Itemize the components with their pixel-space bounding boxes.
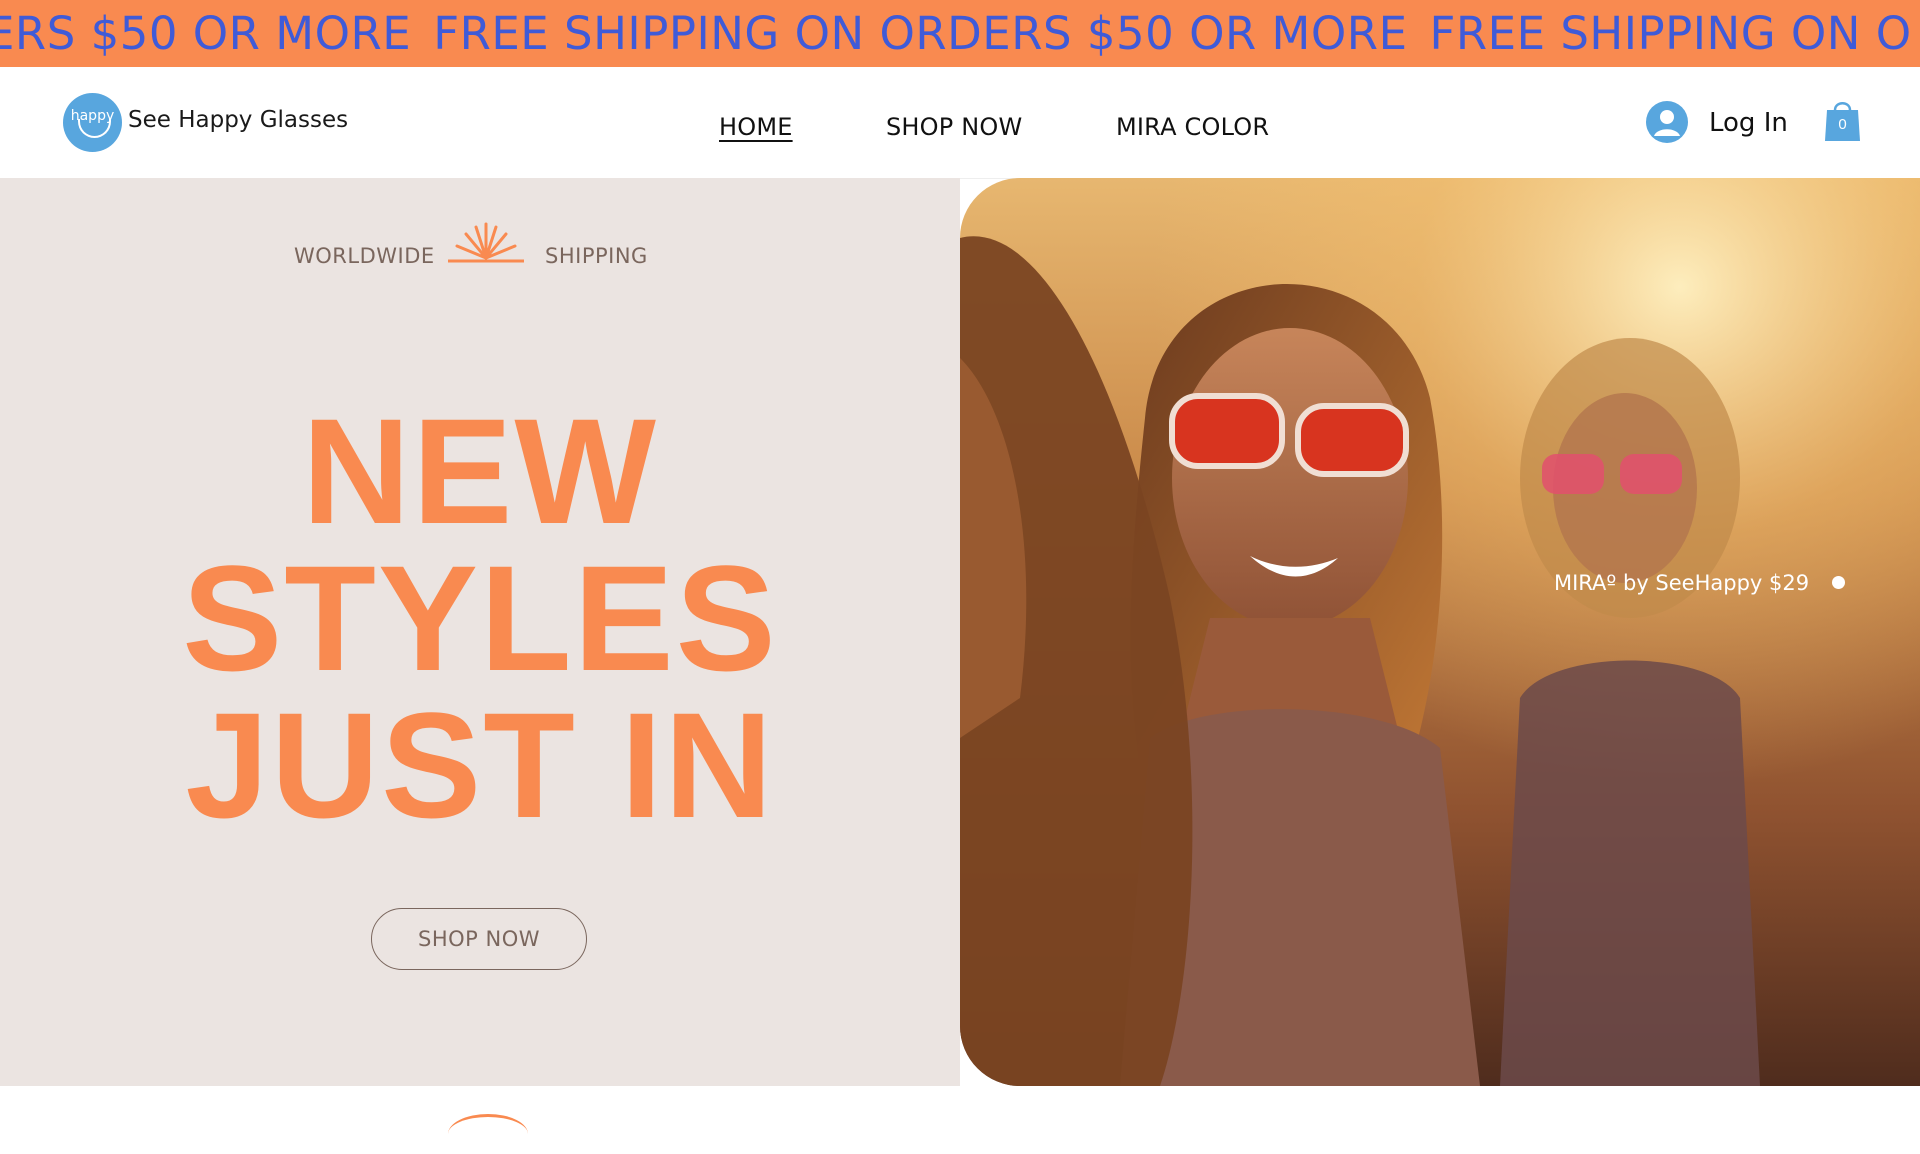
hero-photo: MIRAº by SeeHappy $29 [960, 178, 1920, 1086]
section-arc-decoration [448, 1114, 528, 1154]
headline-line-1: NEW [302, 387, 658, 555]
marquee-text-fragment: ERS $50 OR MORE [0, 7, 412, 60]
nav-mira-color[interactable]: MIRA COLOR [1116, 113, 1269, 141]
marquee-text-fragment-tail: FREE SHIPPING ON O [1429, 7, 1912, 60]
smile-icon [78, 119, 111, 138]
headline-line-3: JUST IN [185, 681, 775, 849]
shop-now-button[interactable]: SHOP NOW [371, 908, 587, 970]
hero-photo-illustration [960, 178, 1920, 1086]
marquee-text: FREE SHIPPING ON ORDERS $50 OR MORE [433, 7, 1408, 60]
brand-name[interactable]: See Happy Glasses [128, 107, 348, 133]
shipping-label-right: SHIPPING [545, 244, 648, 268]
brand-logo[interactable]: happy [63, 93, 122, 152]
cart-count: 0 [1838, 116, 1847, 133]
sunburst-icon [448, 222, 524, 263]
headline-line-2: STYLES [182, 534, 778, 702]
nav-shop-now[interactable]: SHOP NOW [886, 113, 1022, 141]
user-avatar-icon[interactable] [1646, 101, 1688, 143]
product-caption[interactable]: MIRAº by SeeHappy $29 [1554, 571, 1809, 595]
shipping-marquee-banner: ERS $50 OR MORE FREE SHIPPING ON ORDERS $… [0, 0, 1920, 67]
shipping-label-left: WORLDWIDE [294, 244, 435, 268]
hero-text-panel: WORLDWIDE SHIPPING NEW STYLES JUST IN SH… [0, 178, 960, 1086]
marquee-track: ERS $50 OR MORE FREE SHIPPING ON ORDERS $… [0, 9, 1920, 59]
nav-home[interactable]: HOME [719, 113, 793, 141]
login-link[interactable]: Log In [1709, 108, 1788, 138]
slide-dot-icon[interactable] [1832, 576, 1845, 589]
site-header: happy See Happy Glasses HOME SHOP NOW MI… [0, 67, 1920, 179]
